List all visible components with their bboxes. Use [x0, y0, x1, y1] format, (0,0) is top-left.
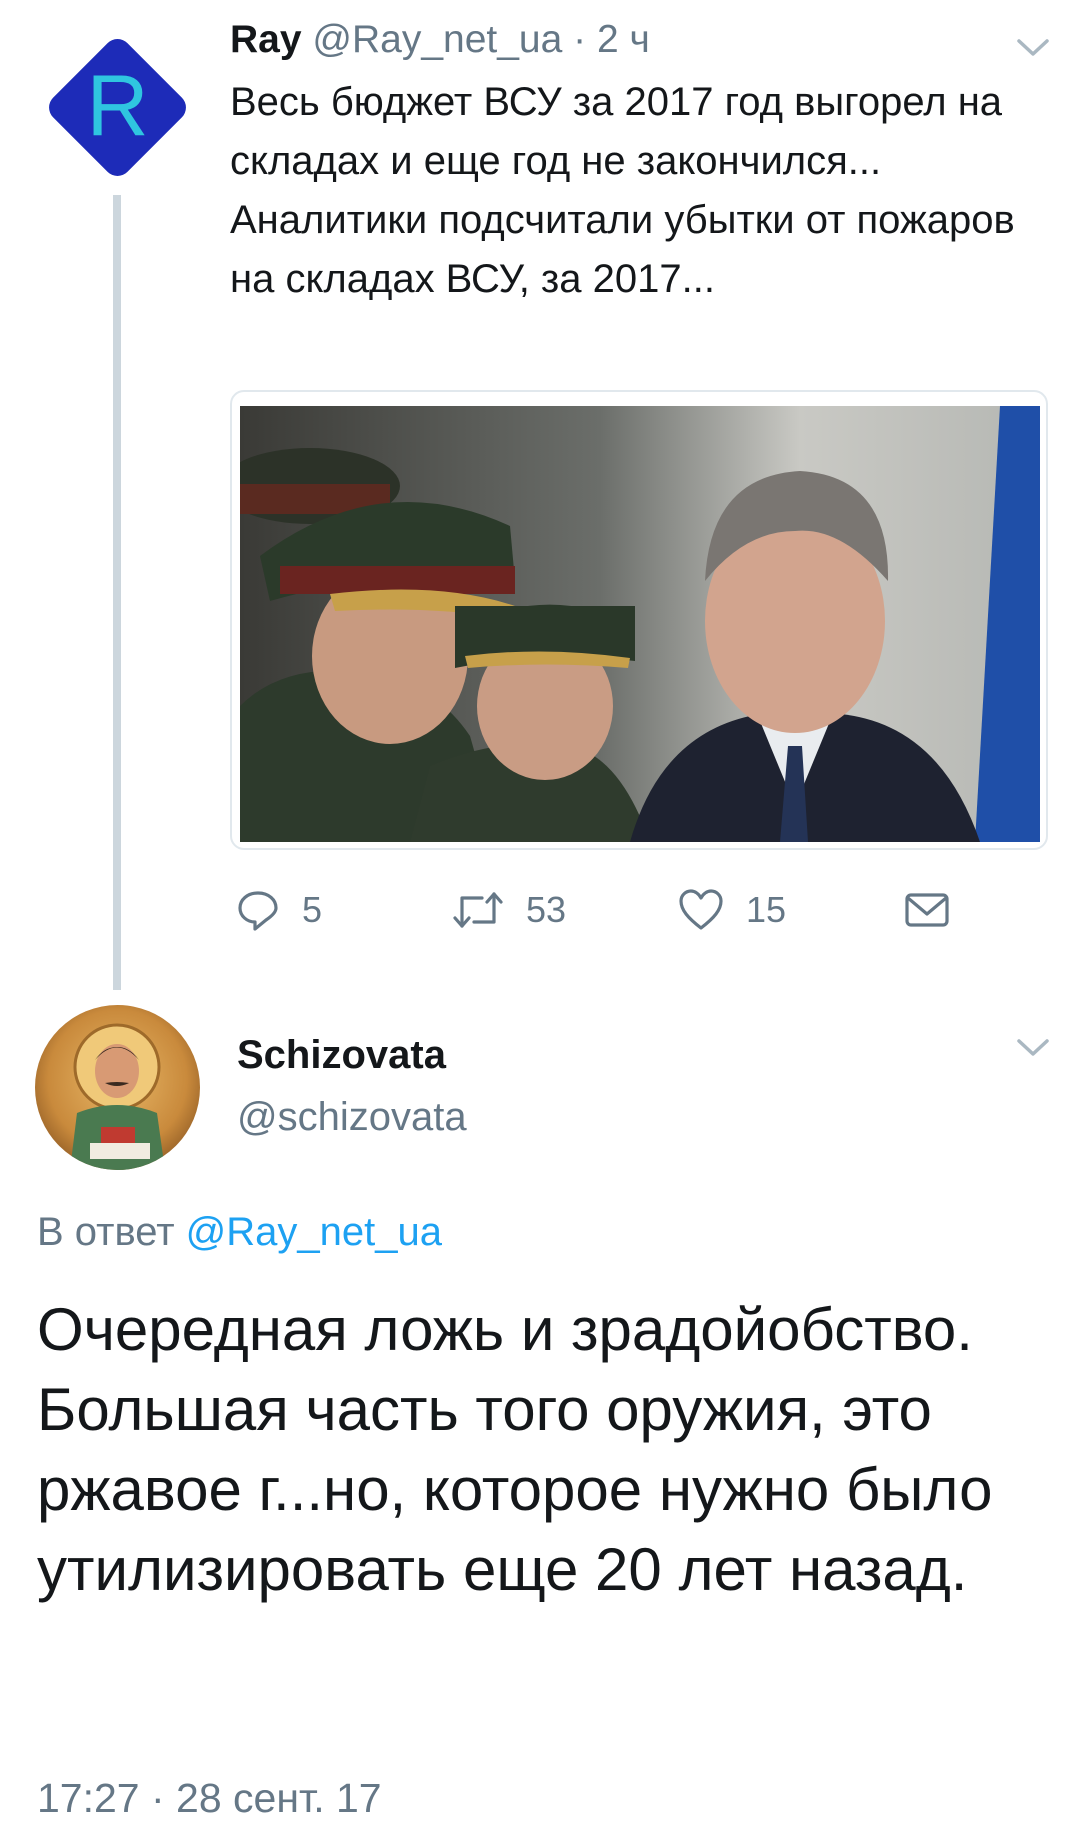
like-count: 15: [746, 889, 787, 930]
envelope-icon: [905, 893, 949, 927]
tweet-actions: 5 53 15: [230, 882, 1050, 938]
tweet-text-line: Аналитики подсчитали убытки от пожаров н…: [230, 198, 1015, 301]
separator-dot: ·: [573, 18, 587, 61]
heart-icon: [679, 889, 723, 930]
reply-context: В ответ @Ray_net_ua: [37, 1210, 442, 1255]
reply-author-handle[interactable]: @schizovata: [237, 1095, 467, 1140]
ray-avatar[interactable]: R: [35, 25, 200, 190]
reply-author-name[interactable]: Schizovata: [237, 1033, 446, 1078]
ray-avatar-letter: R: [86, 58, 148, 154]
author-handle[interactable]: @Ray_net_ua: [312, 18, 562, 61]
reply-icon: [238, 891, 278, 931]
chevron-down-icon[interactable]: [1016, 1038, 1050, 1058]
author-name[interactable]: Ray: [230, 18, 302, 61]
reply-button[interactable]: 5: [236, 882, 322, 938]
reply-count: 5: [302, 889, 323, 930]
like-button[interactable]: 15: [678, 882, 786, 938]
thread-connector-line: [113, 195, 121, 990]
retweet-icon: [453, 892, 503, 928]
reply-timestamp[interactable]: 17:27 · 28 сент. 17: [37, 1775, 382, 1822]
reply-prefix: В ответ: [37, 1210, 175, 1254]
tweet-text-line: Весь бюджет ВСУ за 2017 год выгорел на с…: [230, 80, 1003, 183]
reply-tweet-text: Очередная ложь и зрадойобство. Большая ч…: [37, 1296, 993, 1603]
direct-message-button[interactable]: [904, 882, 950, 938]
tweet-photo[interactable]: [240, 406, 1040, 842]
tweet-header: Ray @Ray_net_ua · 2 ч: [230, 18, 650, 62]
reply-to-link[interactable]: @Ray_net_ua: [186, 1210, 442, 1254]
tweet-media-card[interactable]: [230, 390, 1048, 850]
chevron-down-icon[interactable]: [1016, 38, 1050, 58]
retweet-button[interactable]: 53: [452, 882, 566, 938]
tweet-time[interactable]: 2 ч: [597, 18, 650, 61]
retweet-count: 53: [526, 889, 567, 930]
schizovata-avatar[interactable]: [35, 1005, 200, 1170]
tweet-text: Весь бюджет ВСУ за 2017 год выгорел на с…: [230, 73, 1040, 309]
